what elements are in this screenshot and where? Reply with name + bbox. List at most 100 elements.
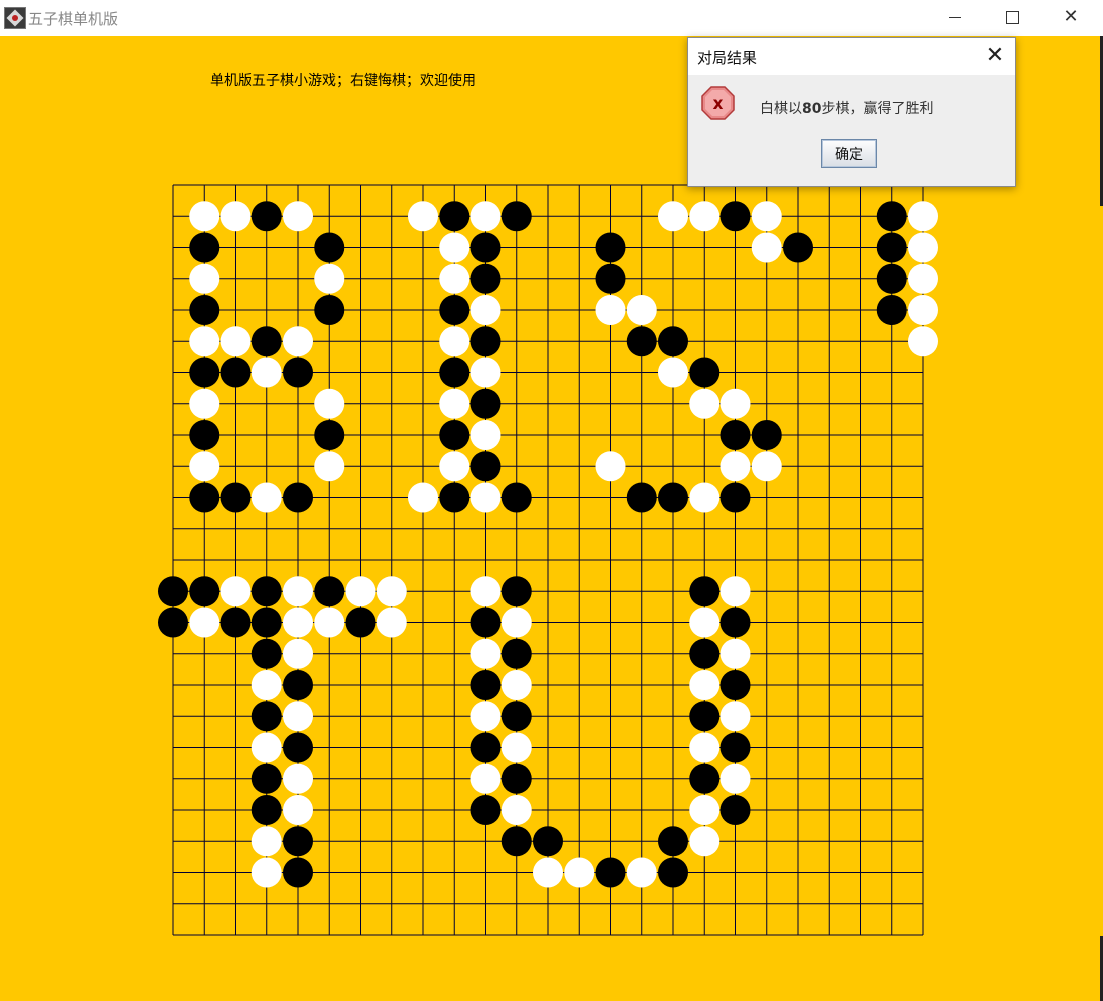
white-stone xyxy=(439,232,470,263)
white-stone xyxy=(251,482,282,513)
black-stone xyxy=(158,607,188,638)
black-stone xyxy=(470,795,501,825)
black-stone xyxy=(658,857,688,888)
white-stone xyxy=(626,857,657,888)
black-stone xyxy=(251,201,282,232)
black-stone xyxy=(158,576,188,607)
black-stone xyxy=(876,232,907,263)
black-stone xyxy=(470,388,501,419)
black-stone xyxy=(470,451,501,482)
dialog-close-button[interactable]: ✕ xyxy=(980,42,1010,70)
white-stone xyxy=(720,701,751,732)
white-stone xyxy=(470,420,501,450)
white-stone xyxy=(439,263,470,294)
black-stone xyxy=(220,607,251,638)
close-icon: ✕ xyxy=(985,43,1005,68)
white-stone xyxy=(501,607,532,638)
white-stone xyxy=(689,732,720,763)
black-stone xyxy=(470,670,501,700)
ok-button[interactable]: 确定 xyxy=(821,139,877,168)
white-stone xyxy=(314,607,345,638)
white-stone xyxy=(345,576,376,607)
black-stone xyxy=(876,295,907,325)
black-stone xyxy=(439,295,470,325)
white-stone xyxy=(470,763,501,794)
white-stone xyxy=(595,451,626,482)
white-stone xyxy=(689,795,720,825)
white-stone xyxy=(283,763,313,794)
white-stone xyxy=(376,576,407,607)
white-stone xyxy=(689,670,720,700)
white-stone xyxy=(470,357,501,388)
black-stone xyxy=(658,482,688,513)
black-stone xyxy=(501,701,532,732)
white-stone xyxy=(408,482,438,513)
close-icon: ✕ xyxy=(1063,6,1079,27)
white-stone xyxy=(283,795,313,825)
black-stone xyxy=(689,701,720,732)
black-stone xyxy=(470,326,501,357)
white-stone xyxy=(439,451,470,482)
window-title: 五子棋单机版 xyxy=(28,10,119,28)
board-grid xyxy=(172,184,924,936)
black-stone xyxy=(595,857,626,888)
white-stone xyxy=(470,576,501,607)
close-window-button[interactable]: ✕ xyxy=(1042,0,1100,34)
white-stone xyxy=(251,670,282,700)
black-stone xyxy=(720,482,751,513)
black-stone xyxy=(251,607,282,638)
result-dialog[interactable]: 对局结果 ✕ x 白棋以80步棋，赢得了胜利 确定 xyxy=(687,37,1016,187)
white-stone xyxy=(189,326,220,357)
black-stone xyxy=(251,701,282,732)
black-stone xyxy=(189,295,220,325)
white-stone xyxy=(251,732,282,763)
dialog-message: 白棋以80步棋，赢得了胜利 xyxy=(760,98,933,118)
white-stone xyxy=(283,326,313,357)
black-stone xyxy=(501,638,532,669)
minimize-icon xyxy=(949,16,961,18)
black-stone xyxy=(595,263,626,294)
white-stone xyxy=(439,326,470,357)
window-titlebar[interactable]: 五子棋单机版 ✕ xyxy=(0,0,1103,36)
svg-text:x: x xyxy=(713,94,724,114)
white-stone xyxy=(470,295,501,325)
error-icon: x xyxy=(701,86,735,120)
dialog-title: 对局结果 xyxy=(697,49,758,67)
white-stone xyxy=(658,357,688,388)
white-stone xyxy=(283,201,313,232)
black-stone xyxy=(533,826,563,857)
black-stone xyxy=(689,763,720,794)
white-stone xyxy=(751,232,782,263)
message-suffix: 步棋，赢得了胜利 xyxy=(821,101,934,117)
white-stone xyxy=(189,388,220,419)
white-stone xyxy=(908,201,938,232)
white-stone xyxy=(533,857,563,888)
black-stone xyxy=(189,482,220,513)
white-stone xyxy=(689,607,720,638)
black-stone xyxy=(189,420,220,450)
white-stone xyxy=(720,763,751,794)
black-stone xyxy=(251,638,282,669)
black-stone xyxy=(720,670,751,700)
black-stone xyxy=(689,357,720,388)
white-stone xyxy=(251,826,282,857)
white-stone xyxy=(251,857,282,888)
white-stone xyxy=(283,607,313,638)
maximize-button[interactable] xyxy=(983,0,1041,34)
black-stone xyxy=(470,732,501,763)
black-stone xyxy=(501,576,532,607)
black-stone xyxy=(720,201,751,232)
black-stone xyxy=(720,420,751,450)
black-stone xyxy=(439,357,470,388)
black-stone xyxy=(626,326,657,357)
white-stone xyxy=(501,670,532,700)
black-stone xyxy=(220,482,251,513)
dialog-titlebar[interactable]: 对局结果 ✕ xyxy=(688,38,1015,75)
minimize-button[interactable] xyxy=(926,0,984,34)
black-stone xyxy=(283,357,313,388)
white-stone xyxy=(189,607,220,638)
white-stone xyxy=(720,451,751,482)
white-stone xyxy=(720,388,751,419)
window-edge xyxy=(1098,36,1103,1001)
black-stone xyxy=(720,795,751,825)
